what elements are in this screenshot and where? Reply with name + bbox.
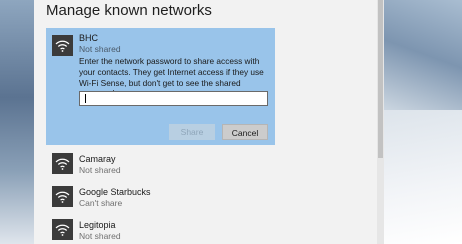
- share-button[interactable]: Share: [169, 124, 215, 140]
- password-input[interactable]: [79, 91, 268, 106]
- text-caret: [85, 94, 86, 103]
- wifi-icon: [52, 35, 73, 56]
- desktop-background-left: [0, 0, 34, 244]
- network-name: Camaray: [79, 154, 116, 164]
- network-name: Google Starbucks: [79, 187, 151, 197]
- page-title: Manage known networks: [46, 2, 212, 19]
- network-status: Not shared: [79, 44, 121, 54]
- desktop-background-snow: [384, 110, 462, 244]
- wifi-icon: [52, 219, 73, 240]
- network-name: Legitopia: [79, 220, 116, 230]
- scrollbar[interactable]: [377, 0, 384, 244]
- network-status: Can't share: [79, 198, 123, 208]
- network-status: Not shared: [79, 165, 121, 175]
- wifi-icon: [52, 186, 73, 207]
- wifi-icon: [52, 153, 73, 174]
- scrollbar-thumb[interactable]: [378, 0, 383, 158]
- network-status: Not shared: [79, 231, 121, 241]
- network-name: BHC: [79, 33, 99, 43]
- network-item-selected[interactable]: BHC Not shared Enter the network passwor…: [46, 28, 275, 145]
- cancel-button[interactable]: Cancel: [222, 124, 268, 140]
- settings-window: Manage known networks BHC Not shared Ent…: [34, 0, 377, 244]
